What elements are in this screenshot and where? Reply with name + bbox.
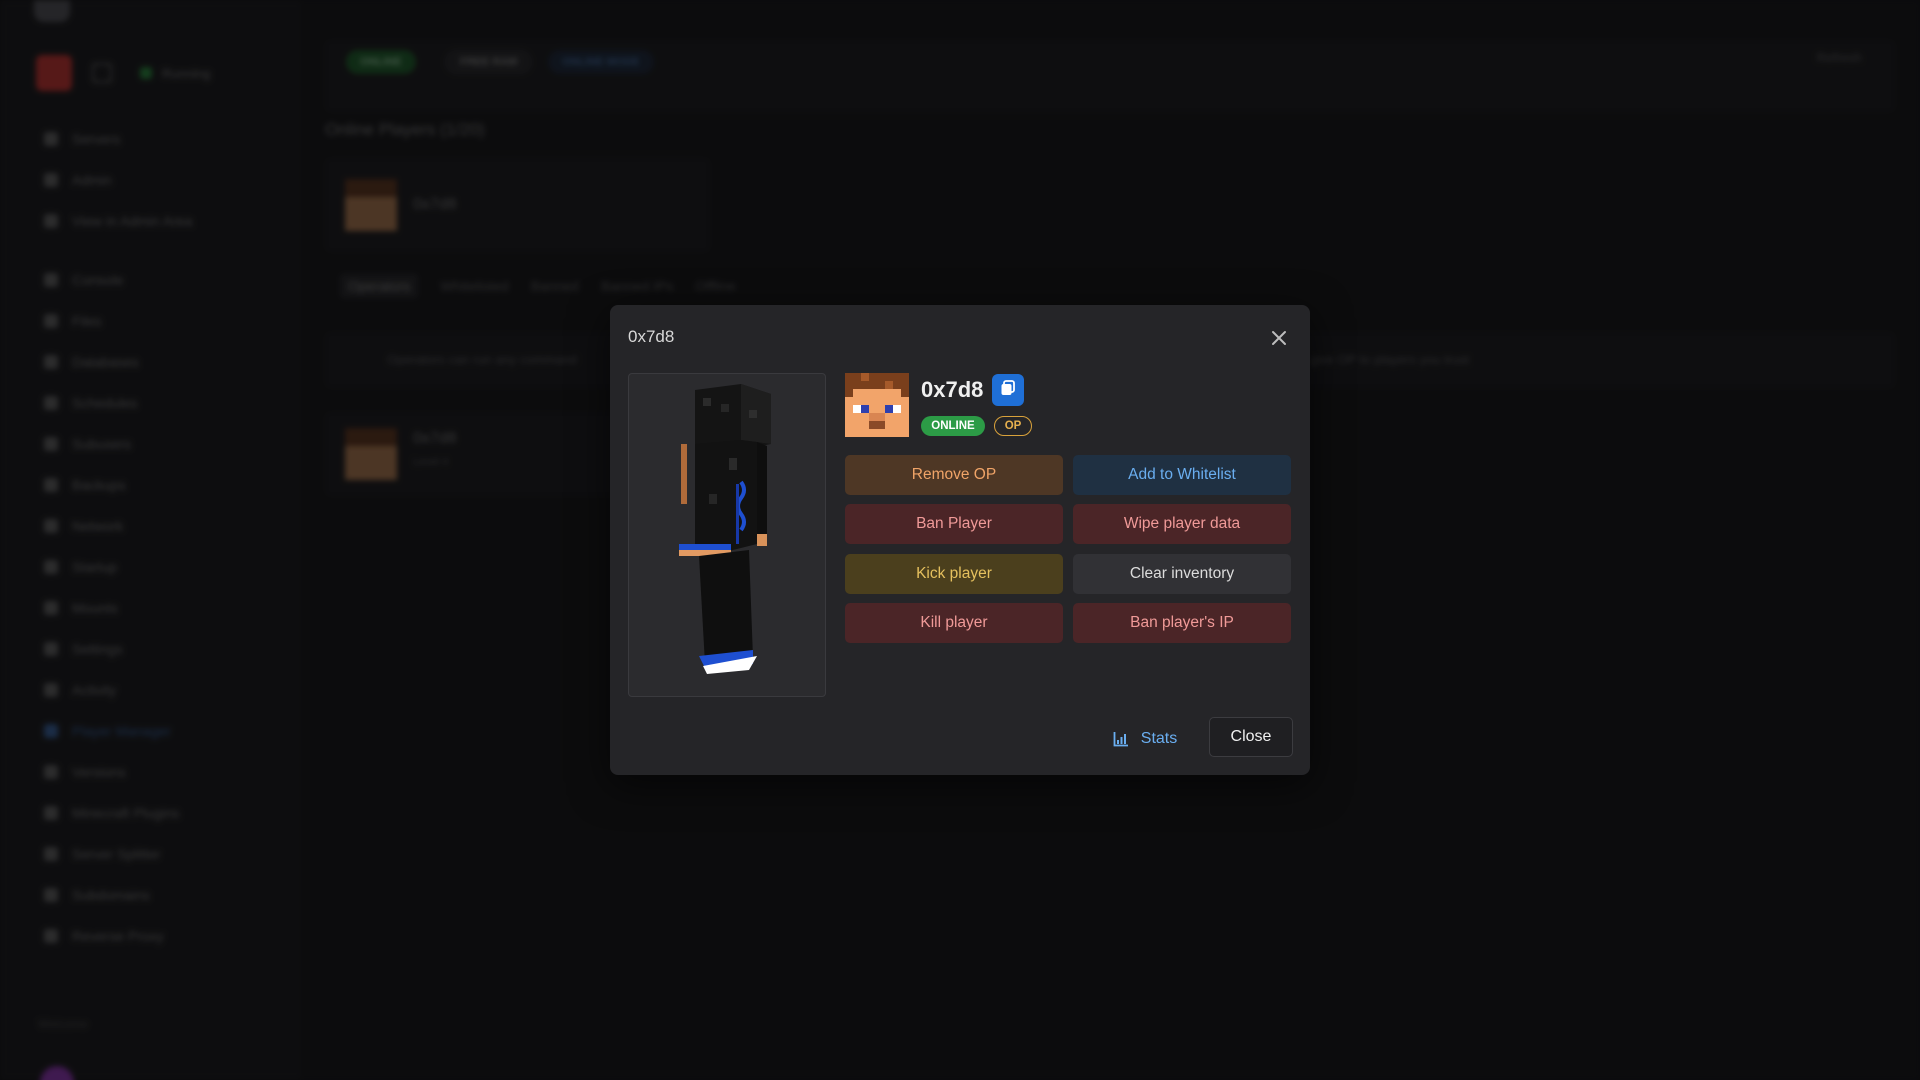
- wipe-player-data-button[interactable]: Wipe player data: [1073, 504, 1291, 544]
- stats-button[interactable]: Stats: [1100, 720, 1190, 758]
- player-modal: 0x7d8 0x7d8 ONLINE OP Remove OP Add to W…: [610, 305, 1310, 775]
- player-head-icon: [845, 373, 909, 437]
- stats-label: Stats: [1140, 730, 1178, 747]
- player-name: 0x7d8: [921, 377, 984, 402]
- clear-inventory-button[interactable]: Clear inventory: [1073, 554, 1291, 594]
- player-skin-render: [679, 384, 771, 674]
- modal-title: 0x7d8: [628, 327, 675, 346]
- copy-icon: [999, 379, 1017, 402]
- ban-player-button[interactable]: Ban Player: [845, 504, 1063, 544]
- ban-player-ip-button[interactable]: Ban player's IP: [1073, 603, 1291, 643]
- close-icon[interactable]: [1266, 325, 1292, 351]
- op-badge: OP: [994, 416, 1032, 436]
- skin-preview: [628, 373, 826, 697]
- copy-button[interactable]: [992, 374, 1024, 406]
- stats-icon: [1113, 731, 1129, 747]
- kill-player-button[interactable]: Kill player: [845, 603, 1063, 643]
- kick-player-button[interactable]: Kick player: [845, 554, 1063, 594]
- online-badge: ONLINE: [921, 416, 985, 436]
- close-button[interactable]: Close: [1209, 717, 1293, 757]
- remove-op-button[interactable]: Remove OP: [845, 455, 1063, 495]
- add-to-whitelist-button[interactable]: Add to Whitelist: [1073, 455, 1291, 495]
